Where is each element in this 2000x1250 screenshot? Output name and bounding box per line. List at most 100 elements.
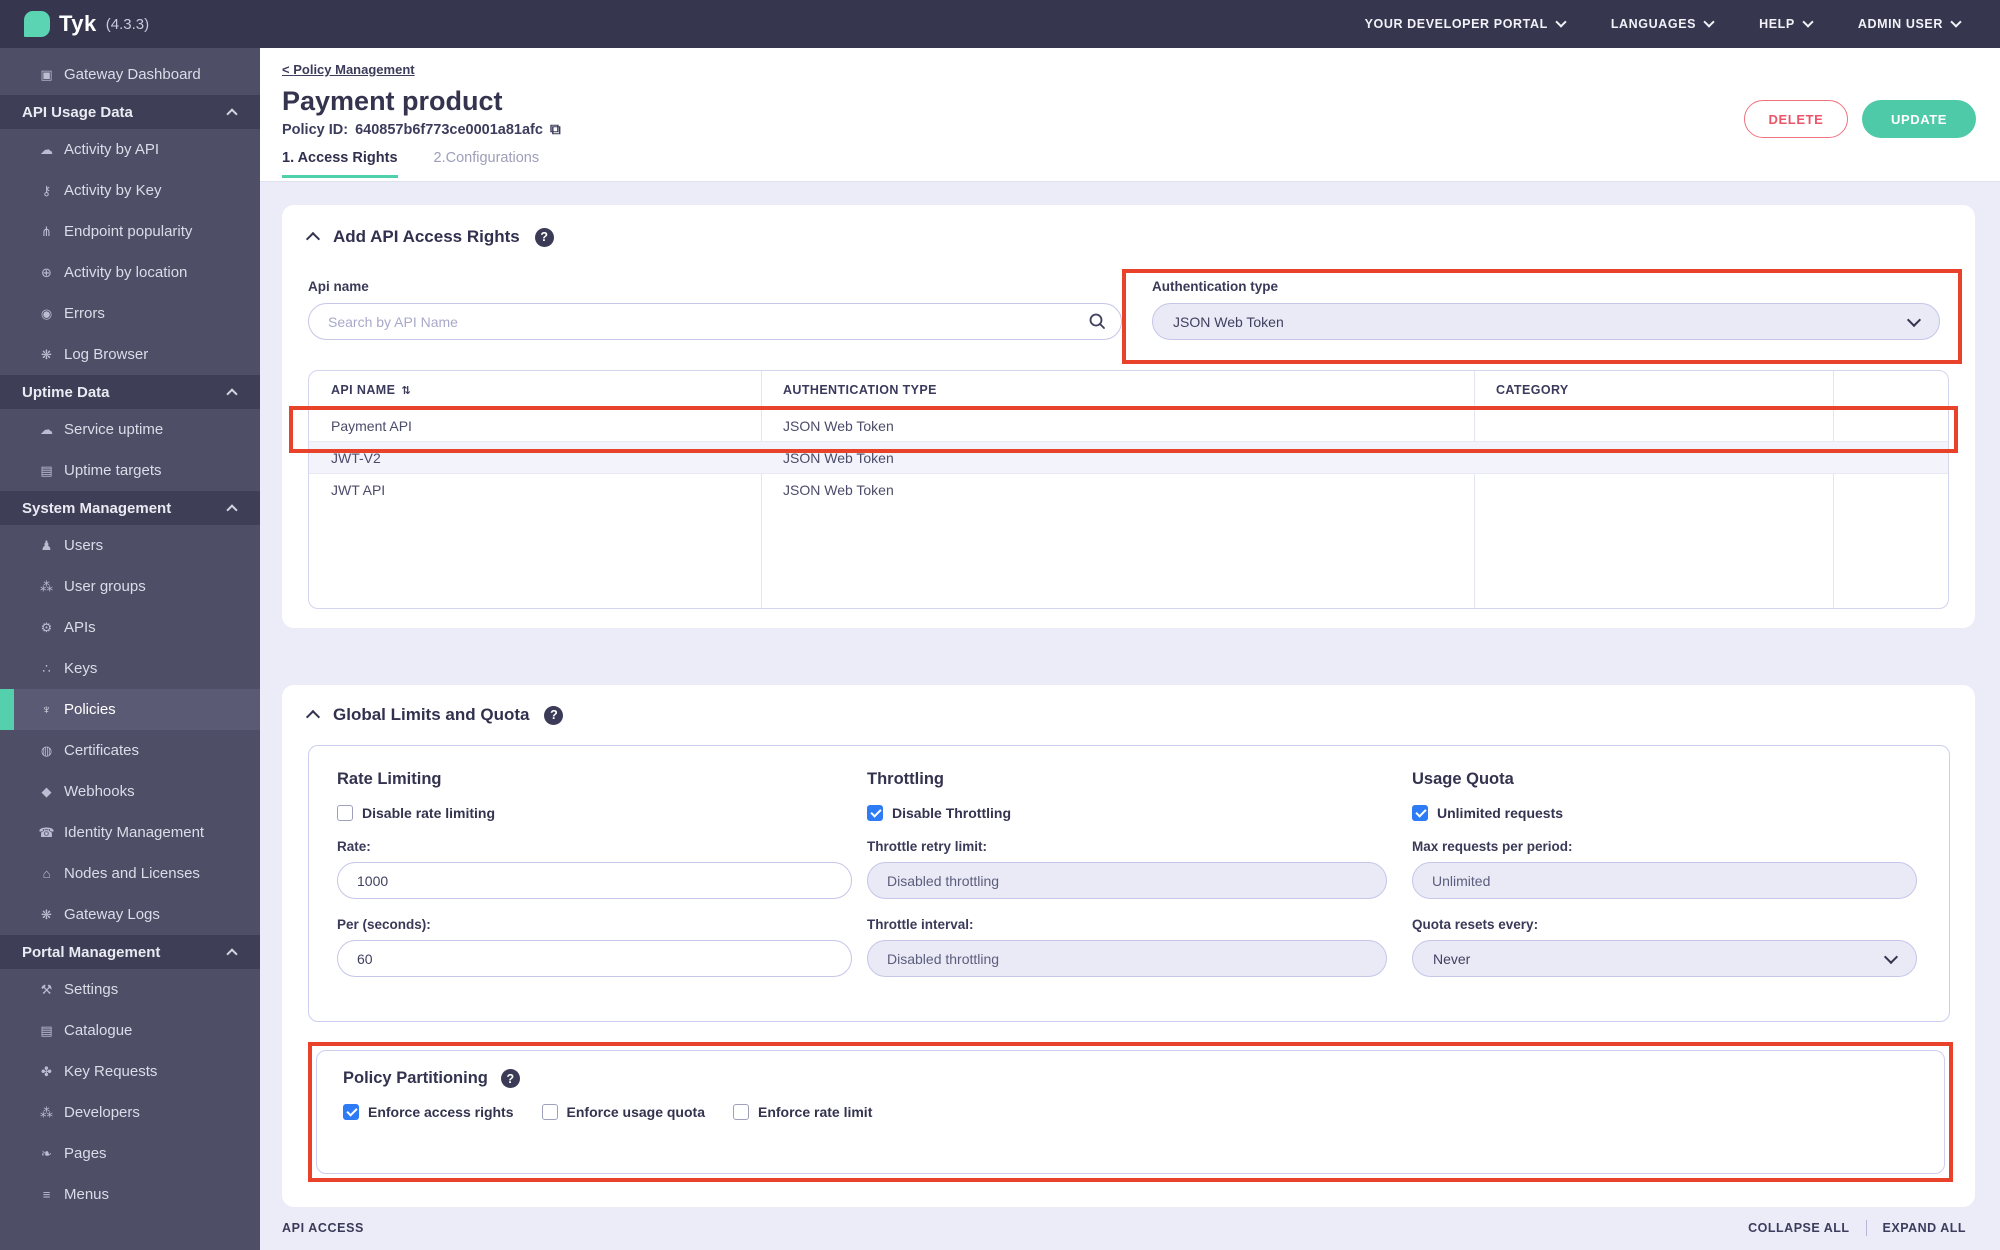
globe-icon: ⊕ <box>41 264 52 280</box>
section-title: Global Limits and Quota <box>333 705 530 724</box>
sidebar-item-activity-by-key[interactable]: ⚷ Activity by Key <box>0 170 260 211</box>
sidebar-item-key-requests[interactable]: ✤ Key Requests <box>0 1051 260 1092</box>
checkbox-checked[interactable] <box>1412 805 1428 821</box>
limits-panel: Rate Limiting Disable rate limiting Rate… <box>308 745 1950 1022</box>
sidebar-item-users[interactable]: ♟ Users <box>0 525 260 566</box>
copy-icon[interactable]: ⧉ <box>550 121 561 138</box>
sidebar-section-api-usage-data[interactable]: API Usage Data <box>0 95 260 129</box>
bell-icon: ◆ <box>41 783 52 799</box>
sidebar-item-webhooks[interactable]: ◆ Webhooks <box>0 771 260 812</box>
chevron-down-icon <box>1950 16 1962 28</box>
table-body: Payment API JSON Web Token JWT-V2 JSON W… <box>289 406 1958 505</box>
quota-resets-label: Quota resets every: <box>1412 917 1539 932</box>
enforce-access-rights-checkbox-row[interactable]: Enforce access rights <box>343 1104 514 1120</box>
sidebar-section-system-management[interactable]: System Management <box>0 491 260 525</box>
enforce-rate-limit-checkbox-row[interactable]: Enforce rate limit <box>732 1104 872 1120</box>
sidebar-item-settings[interactable]: ⚒ Settings <box>0 969 260 1010</box>
sidebar-item-errors[interactable]: ◉ Errors <box>0 293 260 334</box>
error-icon: ◉ <box>40 305 53 321</box>
sidebar-section-uptime-data[interactable]: Uptime Data <box>0 375 260 409</box>
developers-icon: ⁂ <box>40 1104 53 1120</box>
checkbox-unchecked[interactable] <box>732 1104 749 1120</box>
sidebar-item-apis[interactable]: ⚙ APIs <box>0 607 260 648</box>
quota-resets-select[interactable]: Never <box>1412 940 1917 977</box>
topbar-menu-languages[interactable]: LANGUAGES <box>1611 16 1715 31</box>
leaf-icon: ❧ <box>41 1145 52 1161</box>
sidebar-item-keys[interactable]: ∴ Keys <box>0 648 260 689</box>
help-icon[interactable]: ? <box>500 1069 520 1088</box>
sidebar-item-menus[interactable]: ≡ Menus <box>0 1174 260 1215</box>
sidebar-item-policies[interactable]: ♆ Policies <box>0 689 260 730</box>
throttle-retry-label: Throttle retry limit: <box>867 839 988 854</box>
chevron-up-icon <box>226 948 238 960</box>
bug-icon: ❋ <box>41 346 52 362</box>
chevron-up-icon <box>226 108 238 120</box>
help-icon[interactable]: ? <box>544 705 564 725</box>
delete-button[interactable]: DELETE <box>1744 100 1848 138</box>
checkbox-checked[interactable] <box>343 1104 359 1120</box>
section-title: Add API Access Rights <box>333 227 520 246</box>
sidebar-item-gateway-dashboard[interactable]: ▣ Gateway Dashboard <box>0 54 260 95</box>
usage-quota-group: Usage Quota Unlimited requests Max reque… <box>1412 770 1919 991</box>
sidebar-item-developers[interactable]: ⁂ Developers <box>0 1092 260 1133</box>
chevron-down-icon <box>1802 16 1814 28</box>
collapse-chevron-icon[interactable] <box>305 709 321 725</box>
checkbox-checked[interactable] <box>867 805 883 821</box>
checkbox-unchecked[interactable] <box>541 1104 558 1120</box>
throttle-interval-label: Throttle interval: <box>867 917 974 932</box>
sidebar-item-pages[interactable]: ❧ Pages <box>0 1133 260 1174</box>
sidebar-item-activity-by-api[interactable]: ☁ Activity by API <box>0 129 260 170</box>
checkbox-unchecked[interactable] <box>337 805 353 821</box>
auth-type-label: Authentication type <box>1152 279 1279 294</box>
bug-icon: ❋ <box>41 906 52 922</box>
collapse-all-button[interactable]: COLLAPSE ALL <box>1748 1221 1849 1235</box>
group-title: Usage Quota <box>1412 770 1514 788</box>
sidebar-item-catalogue[interactable]: ▤ Catalogue <box>0 1010 260 1051</box>
unlimited-requests-checkbox-row[interactable]: Unlimited requests <box>1412 805 1919 821</box>
breadcrumb[interactable]: < Policy Management <box>282 62 415 77</box>
disable-rate-limiting-checkbox-row[interactable]: Disable rate limiting <box>337 805 867 821</box>
sidebar-item-user-groups[interactable]: ⁂ User groups <box>0 566 260 607</box>
per-seconds-input[interactable] <box>337 940 852 977</box>
table-row[interactable]: JWT API JSON Web Token <box>309 473 1948 505</box>
chevron-down-icon <box>1703 16 1715 28</box>
throttle-retry-input <box>867 862 1387 899</box>
branch-icon: ⋔ <box>41 223 52 239</box>
sidebar-item-endpoint-popularity[interactable]: ⋔ Endpoint popularity <box>0 211 260 252</box>
tab-configurations[interactable]: 2.Configurations <box>434 150 540 178</box>
enforce-usage-quota-checkbox-row[interactable]: Enforce usage quota <box>541 1104 705 1120</box>
disable-throttling-checkbox-row[interactable]: Disable Throttling <box>867 805 1412 821</box>
sidebar-item-log-browser[interactable]: ❋ Log Browser <box>0 334 260 375</box>
api-search-input[interactable] <box>308 303 1122 340</box>
sidebar-item-gateway-logs[interactable]: ❋ Gateway Logs <box>0 894 260 935</box>
rate-input[interactable] <box>337 862 852 899</box>
search-icon[interactable] <box>1088 312 1106 335</box>
help-icon[interactable]: ? <box>534 227 554 247</box>
topbar-menu-your-developer-portal[interactable]: YOUR DEVELOPER PORTAL <box>1365 16 1567 31</box>
table-row[interactable]: JWT-V2 JSON Web Token <box>309 441 1948 473</box>
sidebar-section-portal-management[interactable]: Portal Management <box>0 935 260 969</box>
table-row[interactable]: Payment API JSON Web Token <box>289 406 1958 453</box>
sidebar-item-identity-management[interactable]: ☎ Identity Management <box>0 812 260 853</box>
back-arrow: < <box>282 62 290 77</box>
sort-icon[interactable]: ⇅ <box>401 384 411 397</box>
column-header-api-name: API NAME <box>331 383 396 397</box>
group-title: Throttling <box>867 770 944 788</box>
update-button[interactable]: UPDATE <box>1862 100 1976 138</box>
catalogue-icon: ▤ <box>40 1022 53 1038</box>
topbar-menu-help[interactable]: HELP <box>1759 16 1814 31</box>
topbar-menu-admin-user[interactable]: ADMIN USER <box>1858 16 1962 31</box>
table-header-row: API NAME ⇅ AUTHENTICATION TYPE CATEGORY <box>309 371 1948 409</box>
collapse-chevron-icon[interactable] <box>305 231 321 247</box>
sidebar-item-certificates[interactable]: ◍ Certificates <box>0 730 260 771</box>
chevron-down-icon <box>1906 312 1922 327</box>
sidebar-item-nodes-and-licenses[interactable]: ⌂ Nodes and Licenses <box>0 853 260 894</box>
throttle-interval-input <box>867 940 1387 977</box>
expand-all-button[interactable]: EXPAND ALL <box>1883 1221 1966 1235</box>
sidebar-item-activity-by-location[interactable]: ⊕ Activity by location <box>0 252 260 293</box>
sidebar-item-service-uptime[interactable]: ☁ Service uptime <box>0 409 260 450</box>
sidebar-item-uptime-targets[interactable]: ▤ Uptime targets <box>0 450 260 491</box>
tab-access-rights[interactable]: 1. Access Rights <box>282 150 398 178</box>
monitor-icon: ▣ <box>40 66 53 82</box>
auth-type-select[interactable]: JSON Web Token <box>1152 303 1940 340</box>
